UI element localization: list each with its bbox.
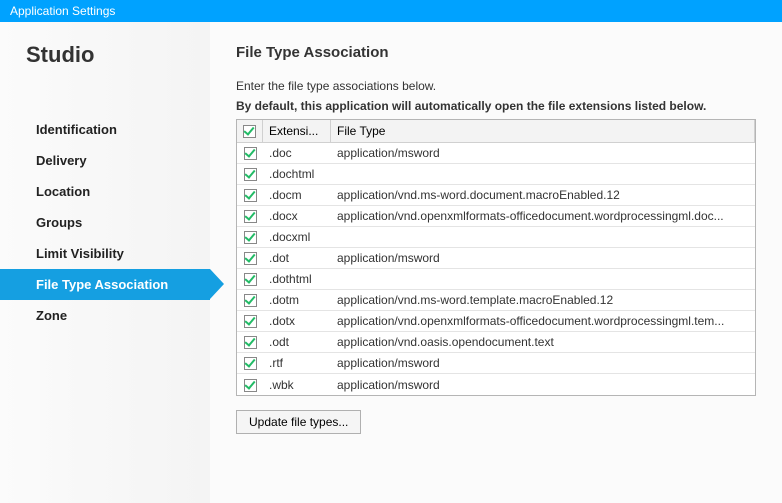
file-type-table: Extensi... File Type .docapplication/msw…	[236, 119, 756, 396]
sidebar-item-groups[interactable]: Groups	[0, 207, 210, 238]
row-checkbox-cell[interactable]	[237, 272, 263, 286]
main-panel: File Type Association Enter the file typ…	[210, 22, 782, 503]
row-filetype: application/msword	[331, 146, 755, 160]
table-header: Extensi... File Type	[237, 120, 755, 143]
row-checkbox[interactable]	[244, 252, 257, 265]
row-checkbox-cell[interactable]	[237, 378, 263, 392]
sidebar: Studio Identification Delivery Location …	[0, 22, 210, 503]
sidebar-item-identification[interactable]: Identification	[0, 114, 210, 145]
row-extension: .docm	[263, 188, 331, 202]
table-row[interactable]: .docapplication/msword	[237, 143, 755, 164]
window-titlebar: Application Settings	[0, 0, 782, 22]
table-row[interactable]: .rtfapplication/msword	[237, 353, 755, 374]
sidebar-item-limit-visibility[interactable]: Limit Visibility	[0, 238, 210, 269]
row-filetype: application/vnd.openxmlformats-officedoc…	[331, 314, 755, 328]
row-extension: .dothtml	[263, 272, 331, 286]
row-checkbox[interactable]	[244, 379, 257, 392]
row-checkbox-cell[interactable]	[237, 167, 263, 181]
header-checkbox-cell[interactable]	[237, 120, 263, 142]
row-checkbox-cell[interactable]	[237, 251, 263, 265]
row-checkbox-cell[interactable]	[237, 209, 263, 223]
row-filetype: application/msword	[331, 378, 755, 392]
row-extension: .odt	[263, 335, 331, 349]
row-extension: .docx	[263, 209, 331, 223]
row-checkbox[interactable]	[244, 189, 257, 202]
row-checkbox[interactable]	[244, 147, 257, 160]
sidebar-item-zone[interactable]: Zone	[0, 300, 210, 331]
table-row[interactable]: .docmapplication/vnd.ms-word.document.ma…	[237, 185, 755, 206]
select-all-checkbox[interactable]	[243, 125, 256, 138]
row-checkbox-cell[interactable]	[237, 230, 263, 244]
row-checkbox[interactable]	[244, 294, 257, 307]
table-row[interactable]: .dochtml	[237, 164, 755, 185]
header-extension[interactable]: Extensi...	[263, 120, 331, 142]
row-checkbox[interactable]	[244, 168, 257, 181]
row-extension: .dot	[263, 251, 331, 265]
intro-text-2: By default, this application will automa…	[236, 99, 764, 113]
table-row[interactable]: .dotxapplication/vnd.openxmlformats-offi…	[237, 311, 755, 332]
update-file-types-button[interactable]: Update file types...	[236, 410, 361, 434]
intro-text-1: Enter the file type associations below.	[236, 79, 764, 93]
row-checkbox[interactable]	[244, 210, 257, 223]
row-checkbox[interactable]	[244, 273, 257, 286]
sidebar-item-file-type-association[interactable]: File Type Association	[0, 269, 210, 300]
row-checkbox[interactable]	[244, 315, 257, 328]
row-checkbox[interactable]	[244, 231, 257, 244]
page-title: File Type Association	[236, 44, 764, 61]
table-row[interactable]: .dothtml	[237, 269, 755, 290]
table-row[interactable]: .dotapplication/msword	[237, 248, 755, 269]
sidebar-item-delivery[interactable]: Delivery	[0, 145, 210, 176]
row-checkbox-cell[interactable]	[237, 314, 263, 328]
row-checkbox-cell[interactable]	[237, 188, 263, 202]
sidebar-item-location[interactable]: Location	[0, 176, 210, 207]
row-filetype: application/vnd.openxmlformats-officedoc…	[331, 209, 755, 223]
row-filetype: application/vnd.ms-word.document.macroEn…	[331, 188, 755, 202]
row-filetype: application/vnd.ms-word.template.macroEn…	[331, 293, 755, 307]
row-extension: .dochtml	[263, 167, 331, 181]
row-checkbox-cell[interactable]	[237, 335, 263, 349]
table-row[interactable]: .odtapplication/vnd.oasis.opendocument.t…	[237, 332, 755, 353]
table-row[interactable]: .wbkapplication/msword	[237, 374, 755, 395]
row-extension: .rtf	[263, 356, 331, 370]
table-row[interactable]: .docxml	[237, 227, 755, 248]
row-checkbox-cell[interactable]	[237, 356, 263, 370]
row-checkbox[interactable]	[244, 357, 257, 370]
row-filetype: application/msword	[331, 356, 755, 370]
row-filetype: application/msword	[331, 251, 755, 265]
row-filetype: application/vnd.oasis.opendocument.text	[331, 335, 755, 349]
sidebar-title: Studio	[26, 42, 210, 68]
row-checkbox[interactable]	[244, 336, 257, 349]
row-extension: .dotx	[263, 314, 331, 328]
table-row[interactable]: .docxapplication/vnd.openxmlformats-offi…	[237, 206, 755, 227]
table-row[interactable]: .dotmapplication/vnd.ms-word.template.ma…	[237, 290, 755, 311]
header-filetype[interactable]: File Type	[331, 120, 755, 142]
row-extension: .dotm	[263, 293, 331, 307]
row-extension: .wbk	[263, 378, 331, 392]
row-checkbox-cell[interactable]	[237, 293, 263, 307]
row-extension: .doc	[263, 146, 331, 160]
row-checkbox-cell[interactable]	[237, 146, 263, 160]
row-extension: .docxml	[263, 230, 331, 244]
